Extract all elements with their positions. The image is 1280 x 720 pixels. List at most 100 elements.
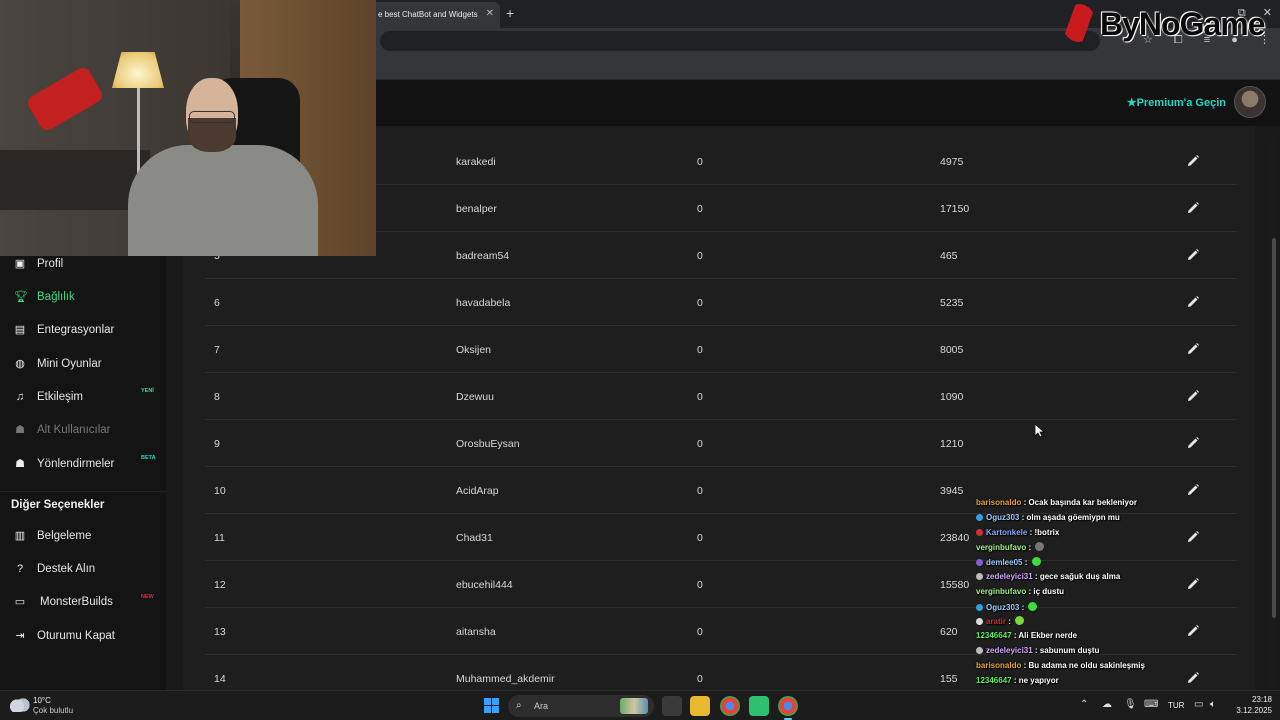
search-placeholder: Ara bbox=[534, 701, 549, 711]
sidebar-item-belgeleme[interactable]: ▥ Belgeleme bbox=[0, 522, 166, 552]
microphone-icon[interactable]: 🎙︎ bbox=[1124, 699, 1137, 710]
users-icon: ☗ bbox=[15, 424, 25, 436]
rank-cell: 11 bbox=[214, 532, 225, 544]
chat-username: demlee05 bbox=[986, 558, 1023, 568]
name-cell: Oksijen bbox=[456, 344, 492, 356]
gamepad-icon: ◍ bbox=[15, 358, 25, 370]
table-row: 6 havadabela 0 5235 bbox=[205, 279, 1237, 326]
chat-badge-icon bbox=[976, 513, 983, 521]
close-tab-icon[interactable]: ✕ bbox=[486, 8, 494, 19]
search-highlight-image bbox=[620, 698, 648, 714]
chat-username: barisonaldo bbox=[976, 498, 1022, 507]
chat-message: Kartonkele : !botrix bbox=[976, 528, 1176, 542]
chat-separator: : bbox=[1032, 646, 1040, 655]
edit-pencil-icon[interactable] bbox=[1186, 154, 1200, 168]
chat-message: zedeleyici31 : gece sağuk duş alma bbox=[976, 572, 1176, 586]
chat-badge-icon bbox=[976, 647, 983, 654]
edit-pencil-icon[interactable] bbox=[1186, 483, 1200, 497]
music-note-icon: ♫ bbox=[15, 391, 25, 403]
table-row: 8 Dzewuu 0 1090 bbox=[205, 373, 1237, 420]
chrome-icon[interactable] bbox=[720, 696, 740, 716]
points-cell: 4975 bbox=[940, 156, 964, 168]
edit-pencil-icon[interactable] bbox=[1186, 342, 1200, 356]
name-cell: OrosbuEysan bbox=[456, 438, 520, 450]
rank-cell: 9 bbox=[214, 438, 220, 450]
edit-pencil-icon[interactable] bbox=[1186, 436, 1200, 450]
integration-icon: ▤ bbox=[14, 324, 26, 336]
new-badge: NEW bbox=[141, 594, 154, 600]
chat-text: Ocak başında kar bekleniyor bbox=[1028, 498, 1137, 507]
edit-pencil-icon[interactable] bbox=[1186, 624, 1200, 638]
onedrive-icon[interactable]: ☁ bbox=[1102, 699, 1112, 710]
sidebar-item-monsterbuilds[interactable]: ▭ MonsterBuilds NEW bbox=[0, 588, 166, 618]
value-cell: 0 bbox=[697, 532, 703, 544]
chat-username: 12346647 bbox=[976, 631, 1012, 641]
network-icon[interactable]: ▭ bbox=[1194, 699, 1203, 710]
edit-pencil-icon[interactable] bbox=[1186, 671, 1200, 685]
search-icon: ⌕ bbox=[516, 700, 522, 711]
chat-message: demlee05 : bbox=[976, 557, 1176, 571]
chat-username: zedeleyici31 bbox=[986, 646, 1033, 655]
clock[interactable]: 23:18 3.12.2025 bbox=[1228, 695, 1272, 717]
edit-pencil-icon[interactable] bbox=[1186, 295, 1200, 309]
edit-pencil-icon[interactable] bbox=[1186, 248, 1200, 262]
points-cell: 620 bbox=[940, 626, 958, 638]
sidebar-item-entegrasyonlar[interactable]: ▤ Entegrasyonlar bbox=[0, 316, 166, 346]
task-view-icon[interactable] bbox=[662, 696, 682, 716]
beta-badge: BETA bbox=[141, 455, 156, 461]
sidebar-item-baglilik[interactable]: 🏆︎ Bağlılık bbox=[0, 283, 166, 313]
chat-separator: : bbox=[1032, 572, 1040, 581]
sidebar-item-etkilesim[interactable]: ♫ Etkileşim YENİ bbox=[0, 383, 166, 413]
start-button[interactable] bbox=[484, 698, 500, 714]
chat-emote-icon bbox=[1035, 542, 1045, 552]
webcam-overlay bbox=[0, 0, 376, 256]
new-tab-button[interactable]: + bbox=[506, 5, 514, 21]
document-icon: ▥ bbox=[14, 530, 26, 542]
chat-message: 12346647 : ne yapıyor bbox=[976, 676, 1176, 690]
chat-overlay: barisonaldo : Ocak başında kar bekleniyo… bbox=[976, 490, 1176, 720]
sidebar-item-oturumu-kapat[interactable]: ⇥ Oturumu Kapat bbox=[0, 622, 166, 652]
sidebar-item-yonlendirmeler[interactable]: ☗ Yönlendirmeler BETA bbox=[0, 450, 166, 480]
premium-button[interactable]: ★Premium'a Geçin bbox=[1127, 96, 1226, 109]
app-green-icon[interactable] bbox=[749, 696, 769, 716]
chat-badge-icon bbox=[976, 618, 983, 626]
sidebar-item-label: Oturumu Kapat bbox=[37, 630, 115, 642]
edit-pencil-icon[interactable] bbox=[1186, 530, 1200, 544]
chat-message: verginbufavo : bbox=[976, 542, 1176, 556]
edit-pencil-icon[interactable] bbox=[1186, 577, 1200, 591]
sidebar-item-label: Yönlendirmeler bbox=[37, 458, 115, 470]
file-explorer-icon[interactable] bbox=[690, 696, 710, 716]
edit-pencil-icon[interactable] bbox=[1186, 201, 1200, 215]
volume-icon[interactable]: 🔈︎ bbox=[1210, 699, 1216, 710]
taskbar-search[interactable]: ⌕ Ara bbox=[508, 695, 654, 717]
scrollbar-thumb[interactable] bbox=[1272, 238, 1276, 618]
chat-badge-icon bbox=[976, 603, 983, 611]
sidebar-item-label: MonsterBuilds bbox=[40, 596, 113, 608]
edit-pencil-icon[interactable] bbox=[1186, 389, 1200, 403]
chrome-active-icon[interactable] bbox=[778, 696, 798, 720]
sidebar-item-mini-oyunlar[interactable]: ◍ Mini Oyunlar bbox=[0, 350, 166, 380]
keyboard-icon[interactable]: ⌨ bbox=[1144, 699, 1158, 710]
name-cell: Chad31 bbox=[456, 532, 493, 544]
value-cell: 0 bbox=[697, 156, 703, 168]
points-cell: 17150 bbox=[940, 203, 970, 215]
weather-widget[interactable]: 10°C Çok bulutlu bbox=[10, 694, 100, 718]
name-cell: Dzewuu bbox=[456, 391, 494, 403]
sidebar-item-destek-alin[interactable]: ? Destek Alın bbox=[0, 555, 166, 585]
user-avatar[interactable] bbox=[1234, 86, 1266, 118]
browser-tab[interactable]: e best ChatBot and Widgets ✕ bbox=[360, 2, 500, 28]
points-cell: 3945 bbox=[940, 485, 964, 497]
value-cell: 0 bbox=[697, 297, 703, 309]
points-cell: 1090 bbox=[940, 391, 964, 403]
chat-message: aratir : bbox=[976, 616, 1176, 630]
chevron-up-icon[interactable]: ⌃ bbox=[1080, 699, 1088, 710]
points-cell: 465 bbox=[940, 250, 958, 262]
sidebar-item-alt-kullanicilar[interactable]: ☗ Alt Kullanıcılar bbox=[0, 416, 166, 446]
chat-username: Kartonkele bbox=[986, 527, 1028, 537]
rank-cell: 8 bbox=[214, 391, 220, 403]
star-icon: ★ bbox=[1126, 97, 1137, 109]
language-indicator[interactable]: TUR bbox=[1168, 701, 1184, 710]
chat-badge-icon bbox=[976, 573, 983, 580]
omnibox[interactable] bbox=[380, 31, 1100, 51]
logout-icon: ⇥ bbox=[15, 630, 25, 642]
